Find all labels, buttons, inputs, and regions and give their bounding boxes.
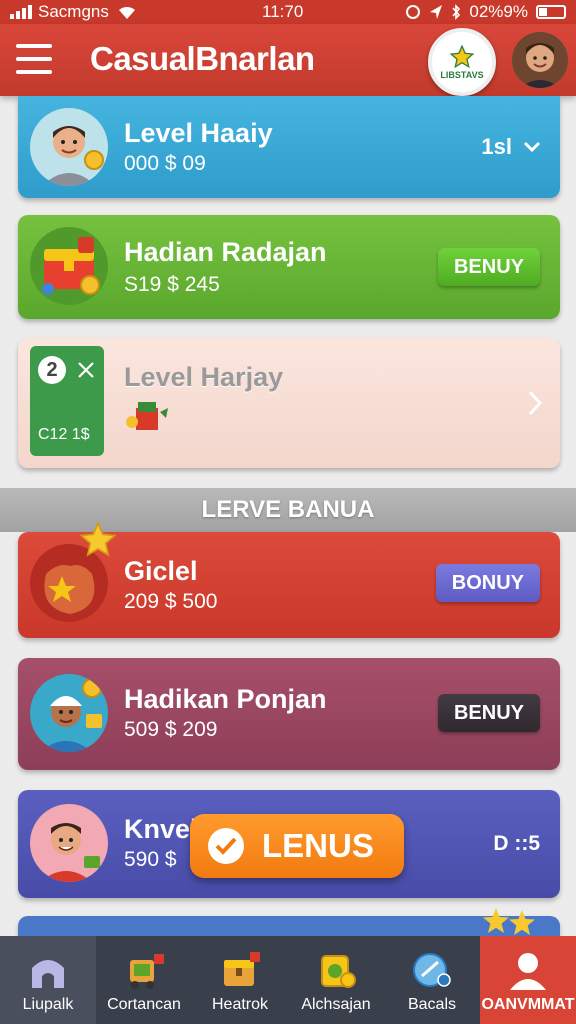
nav-label: Alchsajan <box>301 996 371 1013</box>
chest-avatar <box>30 227 108 305</box>
bonuy-button[interactable]: BONUY <box>435 564 540 602</box>
level-card-1[interactable]: Level Haaiy 000 $ 09 1sl <box>18 96 560 198</box>
cart-icon <box>130 954 164 989</box>
app-header: CasualBnarlan LIBSTAVS <box>0 24 576 96</box>
nav-label: Heatrok <box>211 996 269 1013</box>
badge-logo[interactable]: LIBSTAVS <box>428 28 496 96</box>
tile-number: 2 <box>38 356 66 384</box>
card-subtitle: 000 $ 09 <box>124 152 206 175</box>
tile-text: C12 1$ <box>38 426 90 443</box>
rotation-lock-icon <box>406 5 421 19</box>
battery-percent: 02%9% <box>469 2 528 21</box>
player-avatar <box>30 108 108 186</box>
nav-label: Liupalk <box>22 996 74 1013</box>
nav-item-profile[interactable]: OANVMMAT <box>480 936 576 1024</box>
chevron-right-icon[interactable] <box>526 388 544 418</box>
chest-icon <box>224 952 260 986</box>
nav-item-liupalk[interactable]: Liupalk <box>0 936 96 1024</box>
wifi-icon <box>118 6 135 20</box>
house-icon <box>32 960 64 988</box>
chevron-down-icon[interactable] <box>522 140 542 154</box>
benuy-button[interactable]: BENUY <box>437 248 540 286</box>
card-title: Giclel <box>124 556 198 586</box>
card-title: Level Haaiy <box>124 118 273 148</box>
star-icon <box>79 521 117 557</box>
card-count: 1sl <box>481 134 512 159</box>
profile-icon <box>510 953 546 990</box>
globe-icon <box>413 953 451 987</box>
coins-icon <box>321 955 356 988</box>
battery-icon <box>536 5 566 19</box>
location-icon <box>430 5 443 19</box>
card-subtitle: S19 $ 245 <box>124 273 220 296</box>
app-title: CasualBnarlan <box>90 40 315 77</box>
lenus-label: LENUS <box>262 827 374 864</box>
carrier-name: Sacmgns <box>38 2 109 21</box>
close-icon <box>78 362 94 378</box>
nav-label: OANVMMAT <box>481 996 575 1013</box>
gift-box-icon <box>126 402 168 430</box>
nav-item-cortancan[interactable]: Cortancan <box>96 936 192 1024</box>
benuy-button[interactable]: BENUY <box>437 694 540 732</box>
status-bar: Sacmgns 11:70 02%9% <box>0 0 576 24</box>
level-card-3[interactable]: 2 C12 1$ Level Harjay <box>18 338 560 468</box>
level-card-2[interactable]: Hadian Radajan S19 $ 245 BENUY <box>18 215 560 319</box>
player-avatar <box>30 674 108 752</box>
level-tile: 2 C12 1$ <box>30 346 104 456</box>
nav-item-alchsajan[interactable]: Alchsajan <box>288 936 384 1024</box>
clock: 11:70 <box>262 2 304 21</box>
card-title: Knvel <box>124 814 198 844</box>
lenus-button[interactable]: LENUS <box>190 814 404 878</box>
nav-item-bacals[interactable]: Bacals <box>384 936 480 1024</box>
card-title: Hadikan Ponjan <box>124 684 327 714</box>
card-subtitle: 590 $ <box>124 848 177 871</box>
nav-item-heatrok[interactable]: Heatrok <box>192 936 288 1024</box>
badge-text: LIBSTAVS <box>440 70 484 80</box>
check-icon <box>208 828 244 864</box>
signal-icon <box>10 5 32 19</box>
card-title: Hadian Radajan <box>124 237 327 267</box>
card-timer: D ::5 <box>493 832 540 855</box>
bottom-nav: Liupalk Cortancan Heatrok Alchsajan Baca… <box>0 936 576 1024</box>
card-subtitle: 209 $ 500 <box>124 590 218 613</box>
player-avatar <box>30 804 108 882</box>
hamburger-icon[interactable] <box>16 44 52 74</box>
nav-label: Bacals <box>407 996 457 1013</box>
card-subtitle: 509 $ 209 <box>124 718 218 741</box>
card-title: Level Harjay <box>124 362 284 392</box>
star-icon <box>449 44 475 69</box>
profile-avatar[interactable] <box>512 32 568 88</box>
level-card-5[interactable]: Hadikan Ponjan 509 $ 209 BENUY <box>18 658 560 770</box>
level-card-4[interactable]: Giclel 209 $ 500 BONUY <box>18 521 560 638</box>
bluetooth-icon <box>452 4 461 20</box>
nav-label: Cortancan <box>107 996 181 1013</box>
